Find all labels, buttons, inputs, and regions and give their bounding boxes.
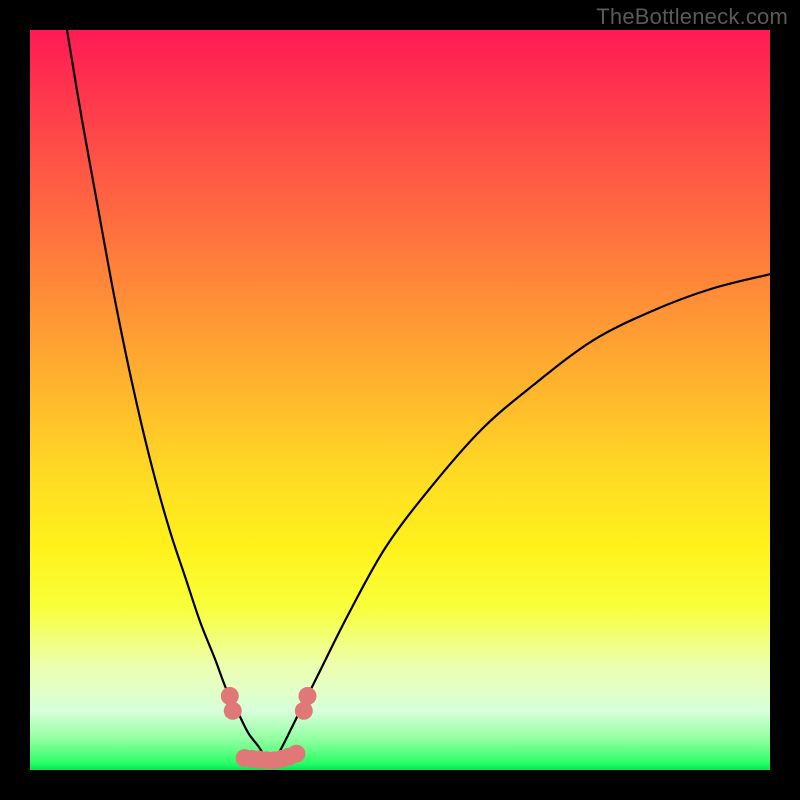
data-point [299,687,317,705]
data-point [224,702,242,720]
watermark-text: TheBottleneck.com [596,4,788,30]
data-point [221,687,239,705]
curve-left-curve [67,30,271,766]
curve-right-curve [271,274,771,766]
data-point [287,745,305,763]
plot-area [30,30,770,770]
curve-layer [30,30,770,770]
outer-frame: TheBottleneck.com [0,0,800,800]
